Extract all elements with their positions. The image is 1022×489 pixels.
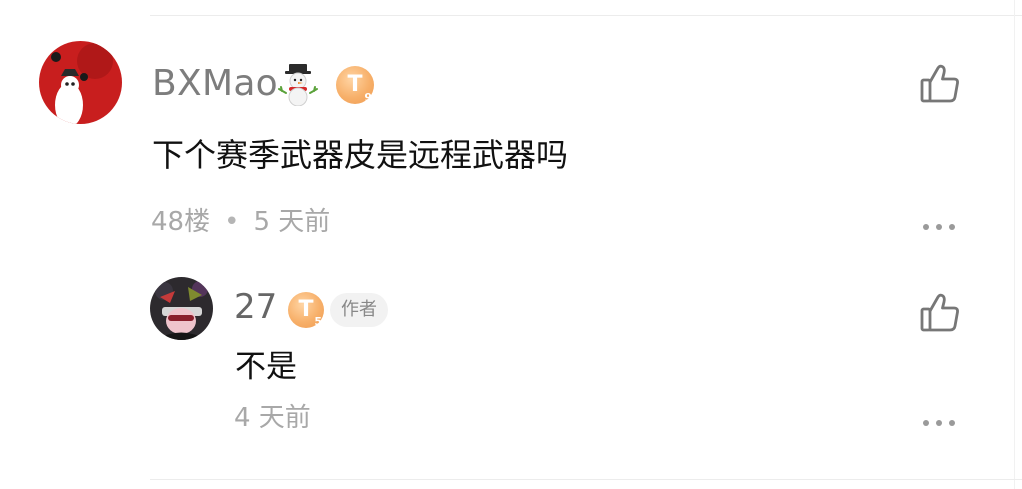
comment-item: BXMao T 9 下个赛季武器皮是远程武器吗 48楼 • 5 天前 xyxy=(0,0,1022,260)
meta-separator: • xyxy=(224,207,240,237)
author-tag: 作者 xyxy=(330,293,388,327)
timestamp: 5 天前 xyxy=(253,207,331,237)
timestamp: 4 天前 xyxy=(234,403,311,433)
dot xyxy=(936,420,942,426)
level-badge-number: 9 xyxy=(364,91,372,104)
level-badge: T 5 xyxy=(288,292,324,328)
dot xyxy=(949,224,955,230)
username[interactable]: 27 xyxy=(234,286,277,328)
more-options-icon[interactable] xyxy=(921,415,957,431)
dot xyxy=(923,224,929,230)
dot xyxy=(936,224,942,230)
username[interactable]: BXMao xyxy=(152,62,278,106)
dot xyxy=(923,420,929,426)
bottom-divider xyxy=(150,479,1022,480)
reply-meta: 4 天前 xyxy=(234,401,311,435)
thumbs-up-icon[interactable] xyxy=(918,291,962,335)
user-avatar[interactable] xyxy=(39,41,122,124)
user-avatar[interactable] xyxy=(150,277,213,340)
more-options-icon[interactable] xyxy=(921,219,957,235)
thumbs-up-icon[interactable] xyxy=(918,62,962,106)
snowman-icon xyxy=(276,62,320,107)
comment-meta: 48楼 • 5 天前 xyxy=(151,205,330,239)
floor-number: 48楼 xyxy=(151,207,211,237)
comment-text: 下个赛季武器皮是远程武器吗 xyxy=(152,136,569,174)
dot xyxy=(949,420,955,426)
reply-text: 不是 xyxy=(235,349,297,385)
level-badge: T 9 xyxy=(336,66,374,104)
reply-item: 27 T 5 作者 不是 4 天前 xyxy=(0,260,1022,480)
level-badge-number: 5 xyxy=(314,315,322,328)
